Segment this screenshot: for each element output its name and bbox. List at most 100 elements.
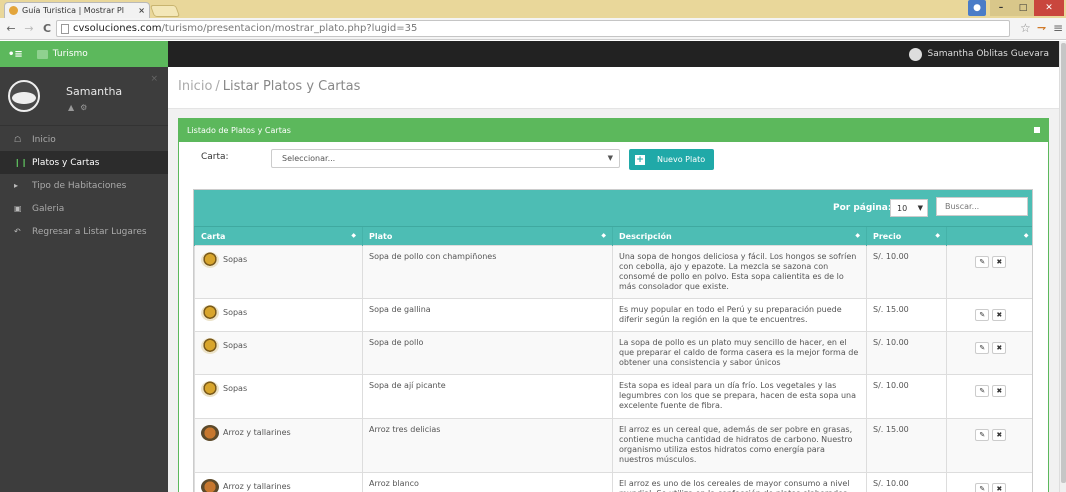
reload-icon[interactable]: C [40, 22, 54, 35]
sort-icon: ◆ [855, 232, 860, 239]
scrollbar-thumb[interactable] [1061, 43, 1066, 483]
breadcrumb-home[interactable]: Inicio [178, 79, 212, 94]
image-icon: ▣ [14, 204, 22, 213]
carta-name: Sopas [223, 308, 248, 317]
column-header-acciones[interactable]: ◆ [946, 226, 1032, 246]
cell-descripcion: El arroz es uno de los cereales de mayor… [612, 472, 867, 492]
column-header-precio[interactable]: Precio ◆ [866, 226, 947, 246]
browser-menu-icon[interactable]: ≡ [1053, 21, 1063, 35]
dish-thumbnail-icon [201, 338, 219, 354]
edit-icon[interactable]: ✎ [975, 429, 990, 441]
utensils-icon: ❙❙ [14, 158, 28, 167]
sidebar-item-label: Regresar a Listar Lugares [32, 226, 147, 237]
sidebar-item-habitaciones[interactable]: ▸ Tipo de Habitaciones [0, 174, 168, 197]
forward-icon[interactable]: → [22, 22, 36, 35]
cell-carta: Arroz y tallarines [194, 472, 363, 492]
table-header-row: Carta ◆ Plato ◆ Descripción ◆ Precio ◆ ◆ [194, 226, 1032, 246]
page-scrollbar[interactable] [1059, 41, 1066, 492]
edit-icon[interactable]: ✎ [975, 342, 990, 354]
address-bar[interactable]: cvsoluciones.com/turismo/presentacion/mo… [56, 20, 1010, 37]
sidebar-item-regresar[interactable]: ↶ Regresar a Listar Lugares [0, 220, 168, 243]
table-row: Sopas Sopa de ají picante Esta sopa es ide… [194, 374, 1032, 419]
carta-select[interactable]: Seleccionar... ▼ [271, 149, 620, 168]
edit-icon[interactable]: ✎ [975, 256, 990, 268]
profile-name: Samantha [66, 85, 123, 98]
brand-title: Turismo [52, 49, 88, 59]
profile-close-icon[interactable]: × [150, 74, 158, 84]
search-input[interactable] [936, 197, 1028, 216]
new-dish-button[interactable]: + Nuevo Plato [629, 149, 714, 170]
close-window-button[interactable]: ✕ [1034, 0, 1064, 16]
cell-plato: Arroz tres delicias [362, 418, 613, 473]
chevron-down-icon: ▼ [607, 154, 613, 162]
profile-icon[interactable]: ● [968, 0, 986, 16]
url-host: cvsoluciones.com [73, 23, 162, 34]
top-user-name: Samantha Oblitas Guevara [927, 49, 1050, 59]
delete-icon[interactable]: ✖ [992, 429, 1007, 441]
sidebar-item-label: Tipo de Habitaciones [32, 180, 127, 191]
top-user-menu[interactable]: Samantha Oblitas Guevara [908, 41, 1050, 67]
delete-icon[interactable]: ✖ [992, 342, 1007, 354]
table-toolbar: Por página: 10 ▼ [194, 190, 1032, 226]
browser-tab[interactable]: Guía Turistica | Mostrar Pl × [4, 2, 150, 18]
delete-icon[interactable]: ✖ [992, 483, 1007, 492]
column-header-carta[interactable]: Carta ◆ [194, 226, 363, 246]
cell-acciones: ✎ ✖ [946, 245, 1032, 299]
cell-acciones: ✎ ✖ [946, 298, 1032, 332]
sort-icon: ◆ [935, 232, 940, 239]
brand-logo-icon [36, 49, 48, 59]
carta-select-value: Seleccionar... [282, 154, 336, 163]
cell-descripcion: Esta sopa es ideal para un día frío. Los… [612, 374, 867, 419]
column-header-descripcion[interactable]: Descripción ◆ [612, 226, 867, 246]
carta-name: Arroz y tallarines [223, 482, 291, 491]
cell-plato: Sopa de gallina [362, 298, 613, 332]
list-panel: Listado de Platos y Cartas Carta: Selecc… [178, 118, 1049, 492]
sidebar-profile: Samantha ▲⚙ × [0, 67, 168, 126]
back-icon[interactable]: ← [4, 22, 18, 35]
dish-thumbnail-icon [201, 252, 219, 268]
delete-icon[interactable]: ✖ [992, 385, 1007, 397]
carta-name: Arroz y tallarines [223, 428, 291, 437]
edit-icon[interactable]: ✎ [975, 309, 990, 321]
sidebar: Samantha ▲⚙ × ☖ Inicio ❙❙ Platos y Carta… [0, 67, 168, 492]
sidebar-item-galeria[interactable]: ▣ Galeria [0, 197, 168, 220]
extension-icon[interactable]: ⇁ [1037, 21, 1046, 34]
dishes-table-wrapper: Por página: 10 ▼ Carta◆ Plato◆ Descripci… [193, 189, 1033, 492]
sort-icon: ◆ [601, 232, 606, 239]
maximize-button[interactable]: □ [1012, 0, 1034, 16]
delete-icon[interactable]: ✖ [992, 256, 1007, 268]
browser-toolbar: ← → C cvsoluciones.com/turismo/presentac… [0, 18, 1066, 40]
table-row: Arroz y tallarines Arroz tres delicias El … [194, 418, 1032, 473]
favicon-icon [9, 6, 18, 15]
app-topbar: •≡ Turismo Samantha Oblitas Guevara [0, 41, 1059, 67]
sidebar-toggle-icon[interactable]: •≡ [8, 49, 23, 60]
sidebar-item-label: Galeria [32, 203, 65, 214]
new-tab-button[interactable] [149, 5, 181, 17]
edit-icon[interactable]: ✎ [975, 483, 990, 492]
edit-icon[interactable]: ✎ [975, 385, 990, 397]
page-title: Listar Platos y Cartas [222, 79, 361, 94]
profile-actions[interactable]: ▲⚙ [68, 103, 93, 112]
carta-label: Carta: [201, 152, 229, 162]
column-header-plato[interactable]: Plato ◆ [362, 226, 613, 246]
cell-descripcion: La sopa de pollo es un plato muy sencill… [612, 331, 867, 375]
collapse-icon[interactable] [1034, 127, 1040, 133]
panel-header: Listado de Platos y Cartas [179, 119, 1048, 142]
bookmark-star-icon[interactable]: ☆ [1020, 21, 1031, 35]
minimize-button[interactable]: – [990, 0, 1012, 16]
tab-close-icon[interactable]: × [138, 6, 145, 15]
cell-carta: Arroz y tallarines [194, 418, 363, 473]
filter-row: Carta: Seleccionar... ▼ + Nuevo Plato [179, 142, 1048, 178]
delete-icon[interactable]: ✖ [992, 309, 1007, 321]
brand[interactable]: •≡ Turismo [0, 41, 168, 67]
per-page-value: 10 [897, 204, 908, 213]
chevron-down-icon: ▼ [917, 204, 923, 212]
sidebar-item-inicio[interactable]: ☖ Inicio [0, 128, 168, 151]
dish-thumbnail-icon [201, 425, 219, 441]
per-page-label: Por página: [833, 203, 892, 213]
page-icon [61, 23, 69, 34]
table-row: Arroz y tallarines Arroz blanco El arroz e… [194, 472, 1032, 492]
cell-descripcion: Una sopa de hongos deliciosa y fácil. Lo… [612, 245, 867, 299]
per-page-select[interactable]: 10 ▼ [890, 199, 928, 217]
sidebar-item-platos[interactable]: ❙❙ Platos y Cartas [0, 151, 168, 174]
